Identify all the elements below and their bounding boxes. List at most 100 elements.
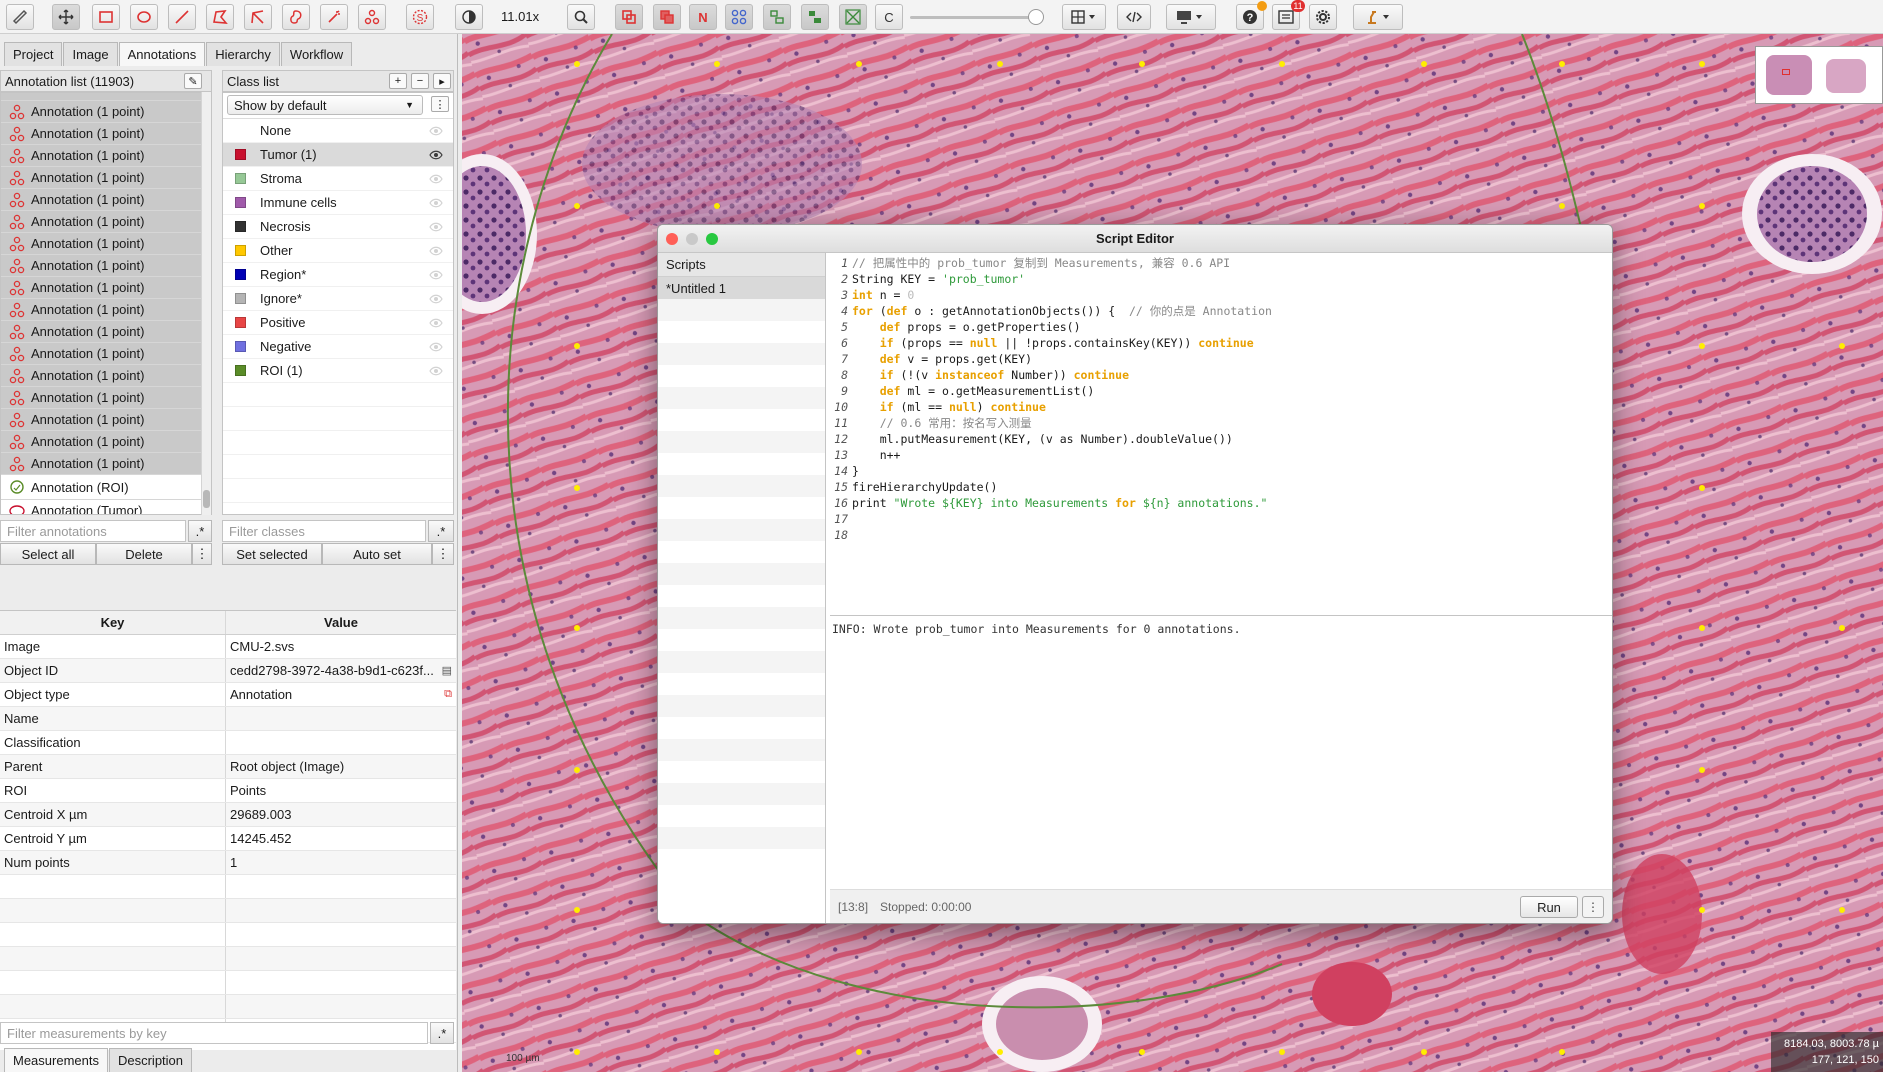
annotation-row[interactable]: Annotation (1 point)	[1, 255, 211, 277]
grid-menu-icon[interactable]	[1062, 4, 1106, 30]
edit-annotation-icon[interactable]: ✎	[184, 73, 202, 89]
annotation-row-partial[interactable]	[1, 93, 211, 101]
class-row[interactable]: Ignore*	[223, 287, 453, 311]
add-class-icon[interactable]: +	[389, 73, 407, 89]
key-column-header[interactable]: Key	[0, 611, 226, 634]
close-window-icon[interactable]	[666, 233, 678, 245]
annotation-row[interactable]: Annotation (1 point)	[1, 167, 211, 189]
property-row[interactable]: Object ID cedd2798-3972-4a38-b9d1-c623f..…	[0, 659, 456, 683]
property-row[interactable]: Classification	[0, 731, 456, 755]
set-selected-button[interactable]: Set selected	[222, 543, 322, 565]
display-menu-icon[interactable]	[1166, 4, 1216, 30]
annotation-row[interactable]: Annotation (1 point)	[1, 365, 211, 387]
property-row[interactable]: Image CMU-2.svs	[0, 635, 456, 659]
code-line[interactable]: 12 ml.putMeasurement(KEY, (v as Number).…	[830, 431, 1612, 447]
opacity-slider-track[interactable]	[910, 16, 1040, 19]
brightness-contrast-icon[interactable]	[455, 4, 483, 30]
fill-annotations-icon[interactable]	[653, 4, 681, 30]
code-line[interactable]: 7 def v = props.get(KEY)	[830, 351, 1612, 367]
annotation-list-scrollbar[interactable]	[201, 92, 211, 515]
remove-class-icon[interactable]: −	[411, 73, 429, 89]
tab-project[interactable]: Project	[4, 42, 63, 66]
value-column-header[interactable]: Value	[226, 611, 456, 634]
show-pixel-classification-icon[interactable]: C	[875, 4, 903, 30]
select-all-button[interactable]: Select all	[0, 543, 96, 565]
tab-measurements[interactable]: Measurements	[4, 1048, 108, 1072]
class-row[interactable]: Negative	[223, 335, 453, 359]
zoom-window-icon[interactable]	[706, 233, 718, 245]
annotation-row[interactable]: Annotation (1 point)	[1, 343, 211, 365]
visibility-eye-icon[interactable]	[429, 246, 443, 256]
tab-annotations[interactable]: Annotations	[118, 42, 206, 66]
visibility-eye-icon[interactable]	[429, 198, 443, 208]
visibility-eye-icon[interactable]	[429, 126, 443, 136]
class-row[interactable]: Stroma	[223, 167, 453, 191]
code-line[interactable]: 11 // 0.6 常用：按名写入测量	[830, 415, 1612, 431]
annotation-row[interactable]: Annotation (1 point)	[1, 299, 211, 321]
code-line[interactable]: 1 // 把属性中的 prob_tumor 复制到 Measurements, 兼…	[830, 255, 1612, 271]
overview-thumbnail[interactable]	[1755, 46, 1883, 104]
visibility-eye-icon[interactable]	[429, 294, 443, 304]
annotation-row[interactable]: Annotation (1 point)	[1, 123, 211, 145]
visibility-eye-icon[interactable]	[429, 222, 443, 232]
code-line[interactable]: 8 if (!(v instanceof Number)) continue	[830, 367, 1612, 383]
property-row[interactable]: Object type Annotation ⧉	[0, 683, 456, 707]
brush-tool-icon[interactable]	[282, 4, 310, 30]
class-row[interactable]: Necrosis	[223, 215, 453, 239]
class-row[interactable]: Other	[223, 239, 453, 263]
property-row[interactable]: ROI Points	[0, 779, 456, 803]
code-icon[interactable]	[1117, 4, 1151, 30]
annotation-row[interactable]: Annotation (1 point)	[1, 101, 211, 123]
copy-id-icon[interactable]: ▤	[442, 664, 452, 677]
filter-classes-input[interactable]: Filter classes	[222, 520, 426, 542]
class-row[interactable]: ROI (1)	[223, 359, 453, 383]
code-line[interactable]: 18	[830, 527, 1612, 543]
class-row[interactable]: Region*	[223, 263, 453, 287]
class-more-button[interactable]: ⋮	[432, 543, 454, 565]
show-names-icon[interactable]: N	[689, 4, 717, 30]
class-list[interactable]: Show by default ▼ ⋮ None Tumor (1) Stroma Im…	[222, 92, 454, 515]
settings-gear-icon[interactable]	[1309, 4, 1337, 30]
polyline-tool-icon[interactable]	[244, 4, 272, 30]
annotation-row[interactable]: Annotation (1 point)	[1, 431, 211, 453]
visibility-eye-icon[interactable]	[429, 318, 443, 328]
line-tool-icon[interactable]	[168, 4, 196, 30]
delete-button[interactable]: Delete	[96, 543, 192, 565]
annotation-more-button[interactable]: ⋮	[192, 543, 212, 565]
class-menu-icon[interactable]: ▸	[433, 73, 451, 89]
filter-annotations-options-button[interactable]: .*	[188, 520, 212, 542]
code-line[interactable]: 2 String KEY = 'prob_tumor'	[830, 271, 1612, 287]
annotation-row[interactable]: Annotation (1 point)	[1, 189, 211, 211]
rectangle-tool-icon[interactable]	[92, 4, 120, 30]
annotation-row[interactable]: Annotation (1 point)	[1, 321, 211, 343]
annotation-row[interactable]: Annotation (1 point)	[1, 277, 211, 299]
show-detections-icon[interactable]	[763, 4, 791, 30]
code-line[interactable]: 10 if (ml == null) continue	[830, 399, 1612, 415]
filter-annotations-input[interactable]: Filter annotations	[0, 520, 186, 542]
annotation-row[interactable]: Annotation (1 point)	[1, 145, 211, 167]
annotation-row[interactable]: Annotation (1 point)	[1, 233, 211, 255]
code-line[interactable]: 13 n++	[830, 447, 1612, 463]
visibility-eye-icon[interactable]	[429, 342, 443, 352]
show-connections-icon[interactable]	[839, 4, 867, 30]
tab-workflow[interactable]: Workflow	[280, 42, 353, 66]
fill-detections-icon[interactable]	[801, 4, 829, 30]
script-item-untitled[interactable]: *Untitled 1	[658, 277, 825, 299]
selection-mode-icon[interactable]: S	[406, 4, 434, 30]
visibility-eye-icon[interactable]	[429, 174, 443, 184]
annotation-list[interactable]: Annotation (1 point) Annotation (1 point)…	[0, 92, 212, 515]
tab-description[interactable]: Description	[108, 1048, 193, 1072]
visibility-eye-icon[interactable]	[429, 366, 443, 376]
filter-classes-options-button[interactable]: .*	[428, 520, 454, 542]
visibility-eye-icon[interactable]	[429, 150, 443, 160]
polygon-tool-icon[interactable]	[206, 4, 234, 30]
measure-tool-icon[interactable]	[6, 4, 34, 30]
annotation-row-roi[interactable]: Annotation (ROI)	[1, 475, 211, 500]
class-options-icon[interactable]: ⋮	[431, 96, 449, 112]
code-line[interactable]: 3 int n = 0	[830, 287, 1612, 303]
code-line[interactable]: 14}	[830, 463, 1612, 479]
move-tool-icon[interactable]	[52, 4, 80, 30]
code-editor[interactable]: 1 // 把属性中的 prob_tumor 复制到 Measurements, 兼…	[830, 255, 1612, 607]
code-line[interactable]: 16 print "Wrote ${KEY} into Measurements …	[830, 495, 1612, 511]
code-line[interactable]: 6 if (props == null || !props.containsKe…	[830, 335, 1612, 351]
